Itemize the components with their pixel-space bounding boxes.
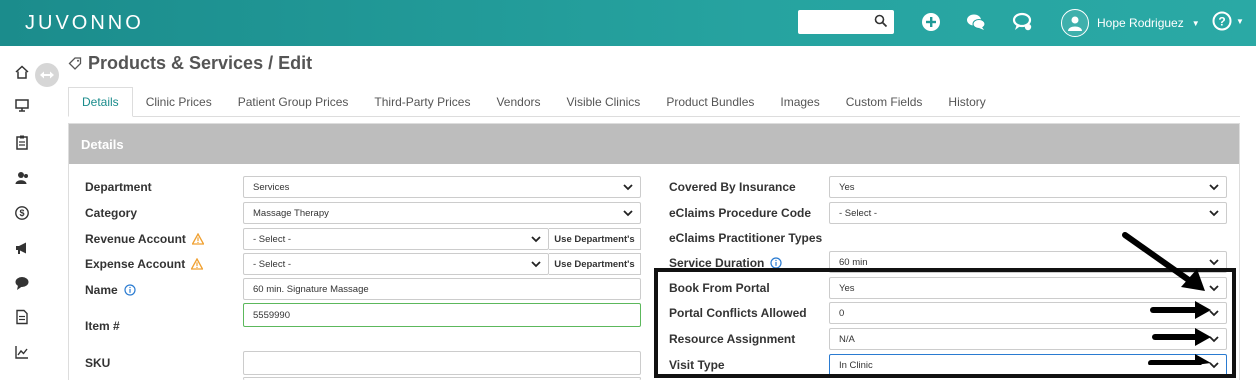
add-icon[interactable] <box>920 11 942 33</box>
panel-title: Details <box>69 124 1239 164</box>
clipboard-icon[interactable] <box>14 134 30 150</box>
top-bar: JUVONNO Hope Rodriguez ▼ ? ▼ <box>0 0 1256 46</box>
expense-account-select[interactable]: - Select - <box>243 253 549 275</box>
chevron-down-icon: ▼ <box>1236 16 1244 26</box>
user-menu[interactable]: Hope Rodriguez ▼ <box>1061 8 1200 38</box>
tab-product-bundles[interactable]: Product Bundles <box>653 87 767 117</box>
help-icon: ? <box>1212 11 1232 31</box>
comment-icon[interactable] <box>14 275 30 291</box>
tab-vendors[interactable]: Vendors <box>483 87 553 117</box>
sku-label: SKU <box>85 356 111 370</box>
expense-account-label: Expense Account <box>85 253 204 275</box>
tab-clinic-prices[interactable]: Clinic Prices <box>133 87 225 117</box>
name-input[interactable]: 60 min. Signature Massage <box>243 278 641 300</box>
sku-input[interactable] <box>243 351 641 375</box>
monitor-icon[interactable] <box>14 97 30 113</box>
home-icon[interactable] <box>14 64 30 80</box>
annotation-arrows <box>1122 232 1211 365</box>
covered-by-insurance-select[interactable]: Yes <box>829 176 1227 198</box>
double-arrow-icon <box>40 71 54 79</box>
covered-by-insurance-value: Yes <box>839 181 855 193</box>
collapse-nav-button[interactable] <box>35 63 59 87</box>
revenue-account-label-text: Revenue Account <box>85 232 186 246</box>
page-title: Products & Services / Edit <box>68 53 312 74</box>
left-nav: $ <box>0 46 48 380</box>
covered-by-insurance-label: Covered By Insurance <box>669 180 796 194</box>
revenue-use-department-button[interactable]: Use Department's <box>549 228 641 250</box>
chevron-down-icon <box>531 261 541 268</box>
tag-icon <box>68 56 82 70</box>
chat-icon[interactable] <box>965 11 987 33</box>
name-value: 60 min. Signature Massage <box>253 283 369 295</box>
revenue-account-value: - Select - <box>253 233 292 245</box>
tab-visible-clinics[interactable]: Visible Clinics <box>554 87 654 117</box>
department-select[interactable]: Services <box>243 176 641 198</box>
tab-third-party-prices[interactable]: Third-Party Prices <box>361 87 483 117</box>
warning-icon <box>191 233 204 245</box>
department-value: Services <box>253 181 290 193</box>
svg-text:$: $ <box>19 208 24 218</box>
tab-history[interactable]: History <box>935 87 998 117</box>
document-icon[interactable] <box>14 309 30 325</box>
search-icon[interactable] <box>874 14 888 28</box>
tab-bar: Details Clinic Prices Patient Group Pric… <box>68 87 1240 117</box>
item-number-label: Item # <box>85 319 120 333</box>
eclaims-procedure-code-select[interactable]: - Select - <box>829 202 1227 224</box>
tab-details[interactable]: Details <box>68 87 133 117</box>
chevron-down-icon <box>623 184 633 191</box>
eclaims-practitioner-types-label: eClaims Practitioner Types <box>669 231 823 245</box>
svg-text:?: ? <box>1218 15 1225 29</box>
eclaims-procedure-code-label: eClaims Procedure Code <box>669 206 812 220</box>
dollar-icon[interactable]: $ <box>14 205 30 221</box>
megaphone-icon[interactable] <box>14 240 30 256</box>
patients-icon[interactable] <box>14 170 30 186</box>
tab-patient-group-prices[interactable]: Patient Group Prices <box>225 87 362 117</box>
expense-account-value: - Select - <box>253 258 292 270</box>
eclaims-procedure-code-value: - Select - <box>839 207 878 219</box>
search-input[interactable] <box>798 10 894 34</box>
avatar <box>1061 9 1089 37</box>
expense-use-department-button[interactable]: Use Department's <box>549 253 641 275</box>
category-select[interactable]: Massage Therapy <box>243 202 641 224</box>
help-menu[interactable]: ? ▼ <box>1212 11 1244 31</box>
messages-icon[interactable] <box>1011 11 1033 33</box>
chevron-down-icon <box>623 210 633 217</box>
user-icon <box>1068 16 1082 31</box>
page-title-text: Products & Services / Edit <box>88 53 313 73</box>
revenue-account-label: Revenue Account <box>85 228 204 250</box>
item-number-input[interactable]: 5559990 <box>243 303 641 327</box>
chevron-down-icon <box>531 236 541 243</box>
chevron-down-icon <box>1209 184 1219 191</box>
info-icon[interactable] <box>124 284 136 296</box>
app-logo[interactable]: JUVONNO <box>25 12 144 35</box>
chevron-down-icon: ▼ <box>1191 18 1200 28</box>
name-label-text: Name <box>85 283 118 297</box>
department-label: Department <box>85 180 152 194</box>
expense-account-label-text: Expense Account <box>85 257 186 271</box>
service-duration-value: 60 min <box>839 256 868 268</box>
user-name: Hope Rodriguez <box>1097 16 1184 30</box>
name-label: Name <box>85 279 136 301</box>
tab-custom-fields[interactable]: Custom Fields <box>833 87 936 117</box>
chart-icon[interactable] <box>14 344 30 360</box>
category-value: Massage Therapy <box>253 207 329 219</box>
warning-icon <box>191 258 204 270</box>
category-label: Category <box>85 206 138 220</box>
chevron-down-icon <box>1209 210 1219 217</box>
item-number-value: 5559990 <box>253 309 290 321</box>
tab-images[interactable]: Images <box>767 87 832 117</box>
revenue-account-select[interactable]: - Select - <box>243 228 549 250</box>
